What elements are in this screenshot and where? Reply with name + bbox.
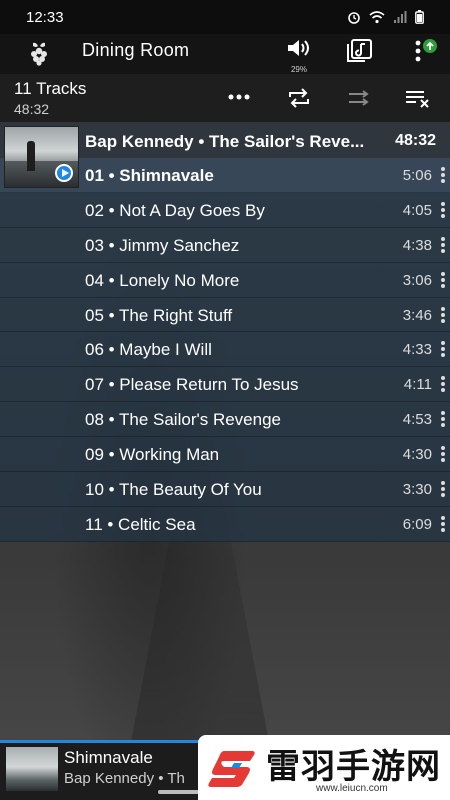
track-more-icon[interactable]	[440, 376, 446, 393]
track-row[interactable]: 10 • The Beauty Of You 3:30	[0, 472, 450, 507]
track-row[interactable]: 03 • Jimmy Sanchez 4:38	[0, 227, 450, 263]
mini-player-artist: Bap Kennedy • Th	[64, 770, 185, 787]
track-more-icon[interactable]	[440, 446, 446, 463]
queue-summary: 11 Tracks 48:32	[0, 74, 450, 122]
track-duration: 4:30	[402, 446, 432, 464]
track-more-icon[interactable]	[440, 341, 446, 358]
track-duration: 3:06	[402, 271, 432, 289]
track-title: 10 • The Beauty Of You	[85, 480, 262, 500]
track-title: 09 • Working Man	[85, 445, 220, 465]
album-cover	[4, 126, 79, 188]
track-duration: 4:11	[403, 376, 432, 394]
shuffle-icon[interactable]	[347, 88, 371, 108]
status-time: 12:33	[26, 8, 64, 26]
track-duration: 3:30	[402, 481, 432, 499]
track-more-icon[interactable]	[440, 201, 446, 218]
play-icon	[55, 164, 73, 182]
volume-percent: 29%	[290, 65, 307, 74]
track-more-icon[interactable]	[440, 271, 446, 288]
track-row[interactable]: 07 • Please Return To Jesus 4:11	[0, 367, 450, 403]
alarm-icon	[348, 12, 360, 24]
track-more-icon[interactable]	[440, 411, 446, 428]
track-more-icon[interactable]	[440, 515, 446, 532]
mini-player-song: Shimnavale	[64, 748, 153, 767]
battery-icon	[415, 10, 424, 24]
track-more-icon[interactable]	[440, 167, 446, 183]
track-title: 04 • Lonely No More	[85, 270, 240, 290]
queue-icon[interactable]	[345, 38, 373, 64]
mini-player-cover	[6, 747, 58, 791]
clear-queue-icon[interactable]	[404, 88, 432, 108]
track-row[interactable]: 09 • Working Man 4:30	[0, 437, 450, 473]
track-duration: 6:09	[402, 515, 432, 533]
total-duration: 48:32	[14, 101, 50, 117]
track-duration: 4:33	[402, 341, 432, 359]
track-row[interactable]: 02 • Not A Day Goes By 4:05	[0, 192, 450, 228]
track-title: 07 • Please Return To Jesus	[85, 375, 299, 395]
watermark-text: 雷羽手游网	[266, 747, 441, 787]
track-duration: 5:06	[402, 167, 432, 184]
track-title: 06 • Maybe I Will	[85, 340, 212, 360]
track-row[interactable]: 06 • Maybe I Will 4:33	[0, 332, 450, 368]
track-title: 08 • The Sailor's Revenge	[85, 410, 281, 430]
repeat-icon[interactable]	[287, 88, 311, 108]
watermark-url: www.leiucn.com	[316, 783, 388, 794]
track-title: 05 • The Right Stuff	[85, 305, 233, 325]
track-row[interactable]: 11 • Celtic Sea 6:09	[0, 506, 450, 542]
track-title: 11 • Celtic Sea	[85, 514, 196, 534]
track-row[interactable]: 05 • The Right Stuff 3:46	[0, 297, 450, 333]
track-row[interactable]: 04 • Lonely No More 3:06	[0, 262, 450, 298]
track-list: 01 • Shimnavale 5:06 02 • Not A Day Goes…	[0, 158, 450, 542]
track-duration: 3:46	[402, 306, 432, 324]
track-more-icon[interactable]	[440, 481, 446, 498]
track-count: 11 Tracks	[14, 79, 87, 98]
track-title: 03 • Jimmy Sanchez	[85, 235, 240, 255]
watermark: 雷羽手游网 www.leiucn.com	[198, 735, 450, 800]
more-vert-icon	[415, 39, 437, 62]
overflow-menu-button[interactable]	[412, 38, 440, 69]
page-title: Dining Room	[82, 40, 190, 60]
track-title: 01 • Shimnavale	[85, 166, 214, 185]
top-app-bar: Dining Room 29%	[0, 34, 450, 74]
more-horiz-icon[interactable]	[228, 93, 250, 101]
track-title: 02 • Not A Day Goes By	[85, 200, 265, 220]
track-duration: 4:38	[402, 236, 432, 254]
watermark-logo-icon	[208, 751, 255, 787]
status-bar: 12:33	[0, 0, 450, 34]
track-row[interactable]: 08 • The Sailor's Revenge 4:53	[0, 402, 450, 438]
signal-icon	[394, 10, 407, 23]
track-more-icon[interactable]	[440, 236, 446, 253]
track-more-icon[interactable]	[440, 306, 446, 323]
album-info: Bap Kennedy • The Sailor's Reve...	[85, 132, 365, 151]
volume-icon	[288, 40, 309, 56]
raspberry-pi-icon[interactable]	[28, 40, 50, 66]
track-duration: 4:05	[402, 201, 432, 219]
album-total-duration: 48:32	[395, 132, 436, 149]
track-duration: 4:53	[402, 411, 432, 429]
wifi-icon	[369, 10, 385, 23]
volume-button[interactable]: 29%	[284, 37, 314, 74]
